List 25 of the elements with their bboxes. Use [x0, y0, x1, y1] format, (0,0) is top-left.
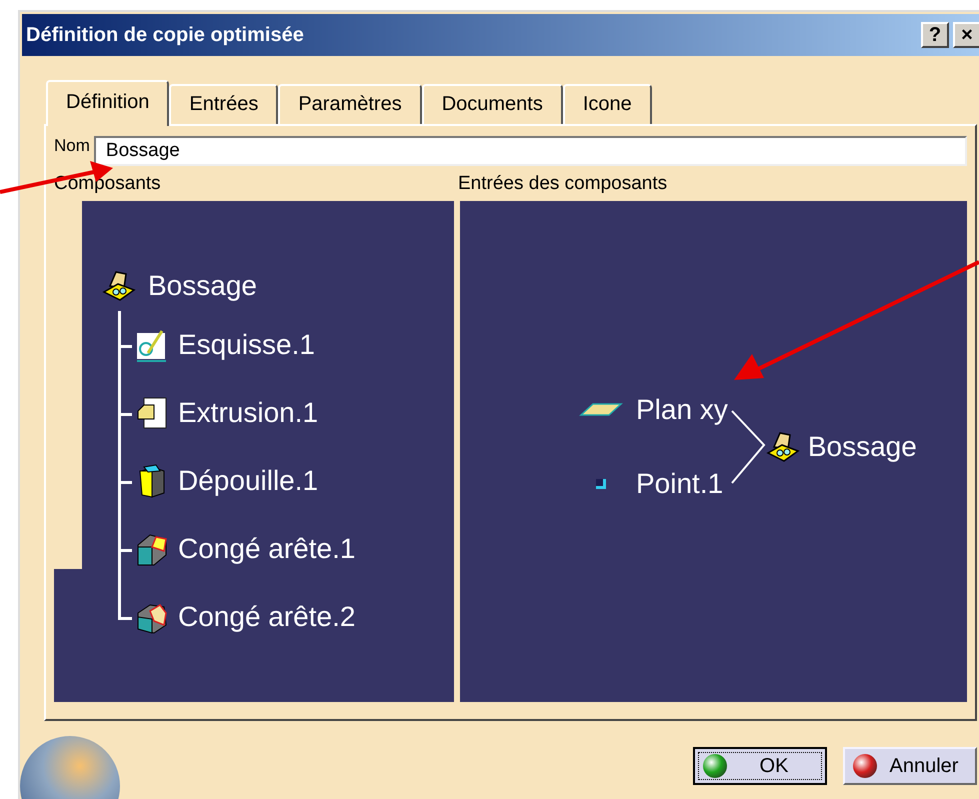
tab[interactable]: Entrées [169, 84, 278, 124]
tab[interactable]: Icone [562, 84, 652, 124]
window-title: Définition de copie optimisée [26, 23, 304, 48]
close-button[interactable]: × [953, 22, 979, 48]
tree-item[interactable]: Bossage [148, 264, 257, 306]
tree-item[interactable]: Congé arête.1 [178, 528, 356, 570]
target-item: Bossage [808, 430, 917, 464]
ok-button[interactable]: OK [693, 747, 827, 785]
input-item[interactable]: Point.1 [636, 463, 724, 505]
point-icon [595, 478, 607, 490]
component-inputs-label: Entrées des composants [458, 172, 668, 196]
plane-icon [579, 401, 623, 419]
tree-item[interactable]: Dépouille.1 [178, 460, 318, 502]
components-label: Composants [54, 172, 162, 196]
input-item[interactable]: Plan xy [636, 389, 728, 431]
tab[interactable]: Documents [422, 84, 563, 124]
name-field[interactable]: Bossage [94, 136, 967, 166]
tree-item[interactable]: Extrusion.1 [178, 392, 318, 434]
name-label: Nom [54, 136, 90, 156]
tree-item[interactable]: Congé arête.2 [178, 596, 356, 638]
tree-item[interactable]: Esquisse.1 [178, 324, 315, 366]
tab[interactable]: Définition [46, 80, 170, 126]
help-button[interactable]: ? [921, 22, 949, 48]
cancel-button[interactable]: Annuler [843, 747, 977, 785]
tab[interactable]: Paramètres [278, 84, 422, 124]
